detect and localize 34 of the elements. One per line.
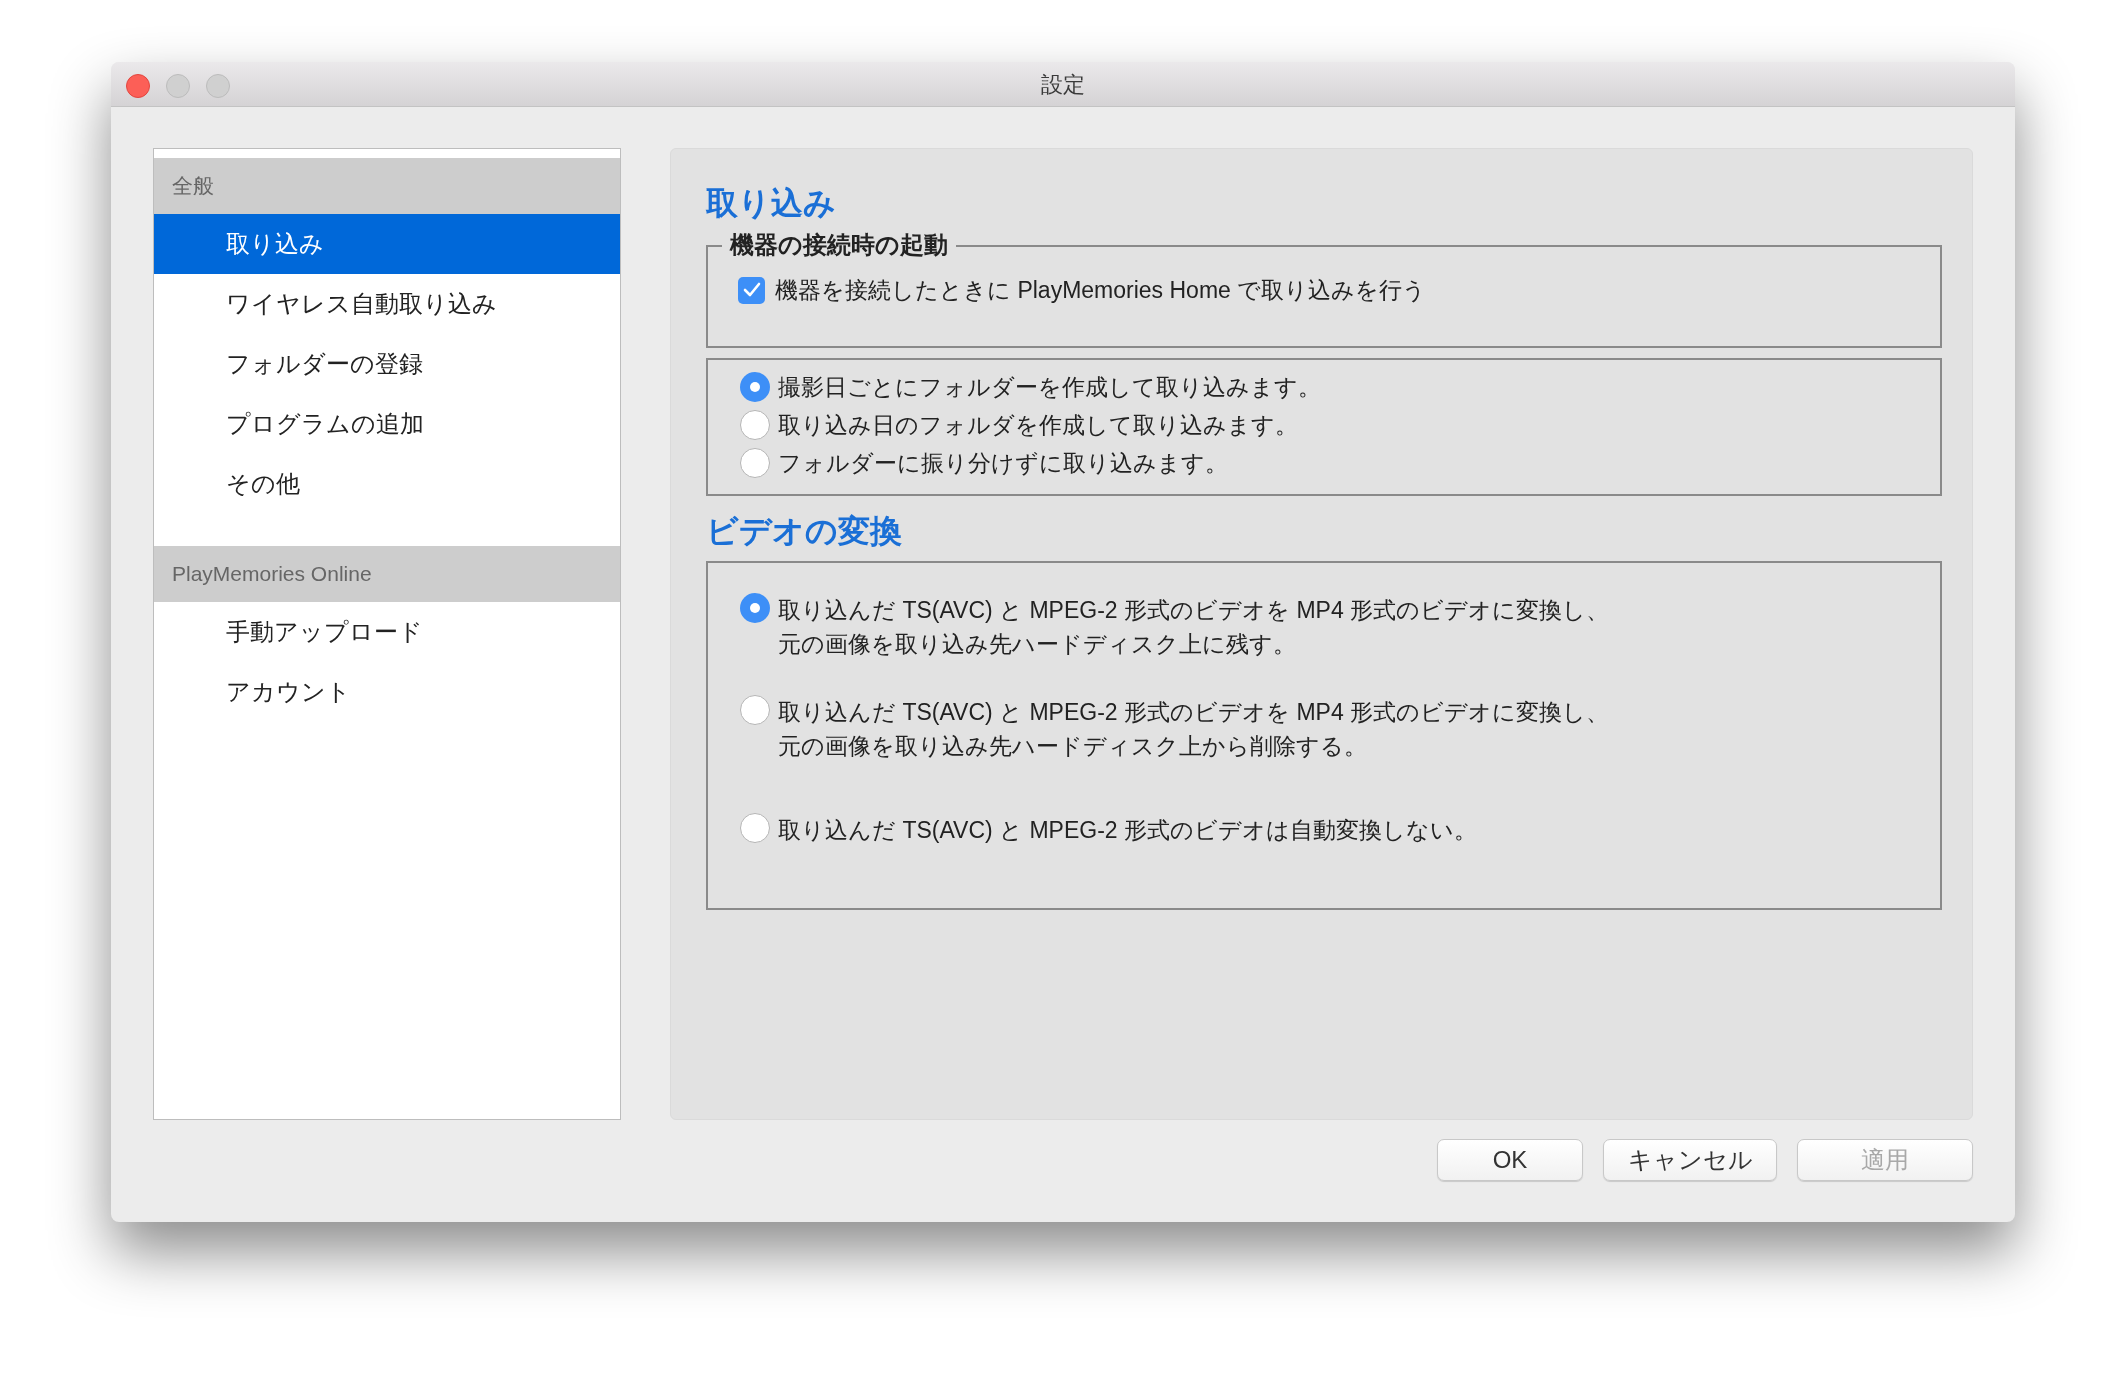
- sidebar-item[interactable]: 取り込み: [154, 214, 620, 274]
- radio-button[interactable]: [740, 448, 770, 478]
- sidebar-item[interactable]: ワイヤレス自動取り込み: [154, 274, 620, 334]
- section-heading: ビデオの変換: [706, 512, 903, 551]
- radio-label: 撮影日ごとにフォルダーを作成して取り込みます。: [778, 373, 1321, 402]
- zoom-icon[interactable]: [206, 74, 230, 98]
- close-icon[interactable]: [126, 74, 150, 98]
- radio-button[interactable]: [740, 372, 770, 402]
- sidebar-item[interactable]: フォルダーの登録: [154, 334, 620, 394]
- radio-label: フォルダーに振り分けずに取り込みます。: [778, 449, 1228, 478]
- window-title: 設定: [1041, 70, 1085, 99]
- radio-label: 取り込んだ TS(AVC) と MPEG-2 形式のビデオを MP4 形式のビデオに変換し、: [778, 596, 1610, 625]
- radio-label: 取り込み日のフォルダを作成して取り込みます。: [778, 411, 1298, 440]
- sidebar-item[interactable]: その他: [154, 454, 620, 514]
- radio-button[interactable]: [740, 813, 770, 843]
- radio-label: 元の画像を取り込み先ハードディスク上から削除する。: [778, 732, 1368, 761]
- checkbox-label: 機器を接続したときに PlayMemories Home で取り込みを行う: [775, 276, 1427, 305]
- radio-button[interactable]: [740, 593, 770, 623]
- radio-label: 取り込んだ TS(AVC) と MPEG-2 形式のビデオを MP4 形式のビデオに変換し、: [778, 698, 1610, 727]
- sidebar-item[interactable]: 手動アップロード: [154, 602, 620, 662]
- radio-label: 取り込んだ TS(AVC) と MPEG-2 形式のビデオは自動変換しない。: [778, 816, 1478, 845]
- dialog-button[interactable]: キャンセル: [1603, 1139, 1777, 1181]
- radio-button[interactable]: [740, 695, 770, 725]
- section-heading: 取り込み: [706, 184, 837, 223]
- radio-button[interactable]: [740, 410, 770, 440]
- sidebar-item[interactable]: アカウント: [154, 662, 620, 722]
- minimize-icon[interactable]: [166, 74, 190, 98]
- checkbox[interactable]: [738, 276, 765, 304]
- sidebar-item[interactable]: プログラムの追加: [154, 394, 620, 454]
- checkmark-icon: [742, 282, 761, 299]
- dialog-button[interactable]: OK: [1437, 1139, 1583, 1181]
- sidebar-group-header: PlayMemories Online: [154, 546, 620, 602]
- radio-label: 元の画像を取り込み先ハードディスク上に残す。: [778, 630, 1297, 659]
- sidebar-group-header: 全般: [154, 158, 620, 214]
